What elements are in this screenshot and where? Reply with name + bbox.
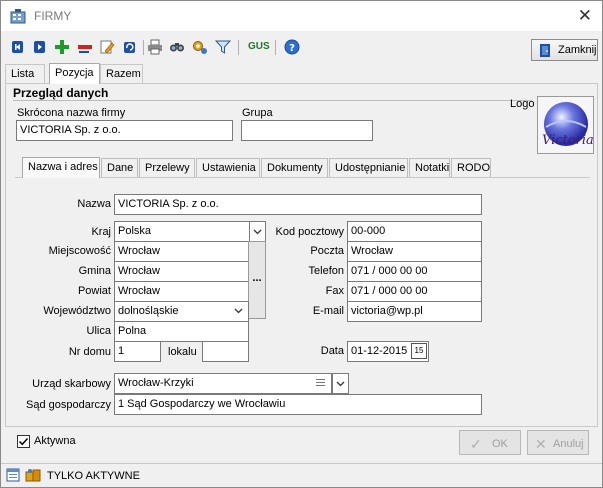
nazwa-label: Nazwa xyxy=(77,198,111,210)
lokalu-input[interactable] xyxy=(202,341,249,362)
kraj-label: Kraj xyxy=(91,226,111,238)
list-icon[interactable] xyxy=(315,376,327,393)
poczta-label: Poczta xyxy=(310,245,344,257)
ulica-label: Ulica xyxy=(86,325,111,337)
overview-divider xyxy=(13,100,532,101)
tab-lista[interactable]: Lista xyxy=(5,64,45,83)
previous-record-icon[interactable] xyxy=(32,39,48,55)
miejscowosc-label: Miejscowość xyxy=(48,245,111,257)
toolbar: GUS ? Zamknij xyxy=(1,31,602,63)
print-icon[interactable] xyxy=(147,39,163,55)
toolbar-separator xyxy=(238,40,239,55)
check-icon: ✓ xyxy=(470,436,482,452)
nr-domu-label: Nr domu xyxy=(68,346,111,358)
title-bar: FIRMY ✕ xyxy=(1,1,602,31)
gmina-label: Gmina xyxy=(78,265,111,277)
tab-udostepnianie[interactable]: Udostępnianie xyxy=(329,158,408,177)
refresh-icon[interactable] xyxy=(122,39,138,55)
poczta-input[interactable]: Wrocław xyxy=(347,241,482,262)
urzad-skarbowy-dropdown-button[interactable] xyxy=(332,373,349,394)
sad-gospodarczy-input[interactable]: 1 Sąd Gospodarczy we Wrocławiu xyxy=(114,394,482,415)
aktywna-checkbox[interactable] xyxy=(17,435,30,448)
group-input[interactable] xyxy=(241,120,373,141)
toolbar-separator xyxy=(143,40,144,55)
help-icon[interactable]: ? xyxy=(284,39,300,55)
tab-rodo[interactable]: RODO xyxy=(451,158,491,177)
fax-label: Fax xyxy=(325,285,344,297)
view-toggle-icon[interactable] xyxy=(6,468,20,485)
window: FIRMY ✕ GUS ? Zamknij Lista Pozycja Raze… xyxy=(0,0,603,488)
window-title: FIRMY xyxy=(34,9,72,23)
active-filter-icon[interactable] xyxy=(25,468,41,485)
nazwa-input[interactable]: VICTORIA Sp. z o.o. xyxy=(114,194,482,215)
email-input[interactable]: victoria@wp.pl xyxy=(347,301,482,322)
ok-button[interactable]: ✓ OK xyxy=(459,430,521,455)
tab-dane[interactable]: Dane xyxy=(101,158,138,177)
gus-icon[interactable]: GUS xyxy=(248,41,270,57)
filter-icon[interactable] xyxy=(215,39,231,55)
door-exit-icon xyxy=(538,43,552,61)
telefon-label: Telefon xyxy=(308,265,344,277)
sad-gospodarczy-label: Sąd gospodarczy xyxy=(26,399,111,411)
chevron-down-icon xyxy=(336,381,345,387)
search-icon[interactable] xyxy=(169,39,185,55)
add-record-icon[interactable] xyxy=(54,39,70,55)
logo-image[interactable]: Victoria xyxy=(537,96,594,154)
gmina-input[interactable]: Wrocław xyxy=(114,261,249,282)
close-button[interactable]: Zamknij xyxy=(531,39,598,61)
status-bar: TYLKO AKTYWNE xyxy=(1,463,602,487)
cancel-button[interactable]: ✕ Anuluj xyxy=(527,430,589,455)
wojewodztwo-chevron-icon[interactable] xyxy=(231,303,246,322)
wojewodztwo-select[interactable]: dolnośląskie xyxy=(114,301,249,322)
powiat-input[interactable]: Wrocław xyxy=(114,281,249,302)
email-label: E-mail xyxy=(312,305,344,317)
x-cancel-icon: ✕ xyxy=(535,436,547,452)
status-text: TYLKO AKTYWNE xyxy=(47,470,140,482)
edit-record-icon[interactable] xyxy=(99,39,115,55)
tab-pozycja[interactable]: Pozycja xyxy=(49,63,100,84)
powiat-label: Powiat xyxy=(77,285,111,297)
group-label: Grupa xyxy=(242,107,273,119)
ulica-input[interactable]: Polna xyxy=(114,321,249,342)
logo-label: Logo xyxy=(510,98,535,110)
overview-title: Przegląd danych xyxy=(13,86,109,100)
app-building-icon xyxy=(10,9,26,24)
tab-nazwa-i-adres[interactable]: Nazwa i adres xyxy=(22,157,100,178)
telefon-input[interactable]: 071 / 000 00 00 xyxy=(347,261,482,282)
tab-dokumenty[interactable]: Dokumenty xyxy=(261,158,328,177)
wojewodztwo-label: Województwo xyxy=(43,305,111,317)
fax-input[interactable]: 071 / 000 00 00 xyxy=(347,281,482,302)
kraj-select[interactable]: Polska xyxy=(114,221,250,242)
svg-text:?: ? xyxy=(289,43,295,54)
aktywna-label: Aktywna xyxy=(34,435,76,447)
tab-ustawienia[interactable]: Ustawienia xyxy=(196,158,260,177)
short-name-label: Skrócona nazwa firmy xyxy=(17,107,126,119)
filter-settings-icon[interactable] xyxy=(192,39,208,55)
tab-notatki[interactable]: Notatki xyxy=(409,158,450,177)
short-name-input[interactable]: VICTORIA Sp. z o.o. xyxy=(16,120,233,141)
tab-przelewy[interactable]: Przelewy xyxy=(139,158,195,177)
tab-razem[interactable]: Razem xyxy=(100,64,143,83)
first-record-icon[interactable] xyxy=(10,39,26,55)
lokalu-label: lokalu xyxy=(168,346,197,358)
data-label: Data xyxy=(320,345,344,357)
kod-pocztowy-label: Kod pocztowy xyxy=(275,226,344,238)
calendar-icon[interactable]: 15 xyxy=(411,343,427,359)
toolbar-separator xyxy=(275,40,276,55)
checkmark-icon xyxy=(18,437,29,446)
delete-record-icon[interactable] xyxy=(77,39,93,55)
kod-pocztowy-input[interactable]: 00-000 xyxy=(347,221,482,242)
ok-button-label: OK xyxy=(492,438,508,450)
urzad-skarbowy-select[interactable]: Wrocław-Krzyki xyxy=(114,373,332,394)
logo-text: Victoria xyxy=(542,133,594,148)
miejscowosc-input[interactable]: Wrocław xyxy=(114,241,249,262)
cancel-button-label: Anuluj xyxy=(553,438,584,450)
nr-domu-input[interactable]: 1 xyxy=(114,341,161,362)
urzad-skarbowy-label: Urząd skarbowy xyxy=(32,378,111,390)
close-window-icon[interactable]: ✕ xyxy=(578,6,592,26)
close-button-label: Zamknij xyxy=(558,44,597,56)
